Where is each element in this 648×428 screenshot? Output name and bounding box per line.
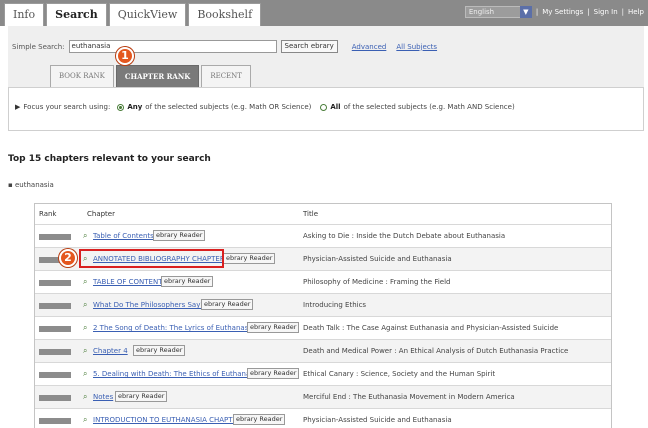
- tab-chapter-rank[interactable]: CHAPTER RANK: [115, 65, 200, 87]
- rank-bar: [39, 303, 71, 309]
- ebrary-reader-button[interactable]: ebrary Reader: [201, 299, 254, 310]
- radio-any[interactable]: [117, 103, 125, 111]
- rank-bar: [39, 234, 71, 240]
- search-icon[interactable]: ⌕: [83, 392, 87, 402]
- radio-all[interactable]: [320, 103, 328, 111]
- table-row: ⌕ 2 The Song of Death: The Lyrics of Eut…: [35, 316, 611, 339]
- ebrary-reader-button[interactable]: ebrary Reader: [233, 414, 286, 425]
- triangle-right-icon: ▶: [15, 103, 21, 111]
- main-tabs: Info Search QuickView Bookshelf: [4, 3, 262, 26]
- search-button[interactable]: Search ebrary: [280, 40, 338, 53]
- search-icon[interactable]: ⌕: [83, 346, 87, 356]
- ebrary-reader-button[interactable]: ebrary Reader: [247, 322, 300, 333]
- ebrary-reader-button[interactable]: ebrary Reader: [223, 253, 276, 264]
- chapter-link[interactable]: Notes: [93, 393, 113, 401]
- search-icon[interactable]: ⌕: [83, 277, 87, 287]
- focus-any-label: Any: [127, 103, 143, 111]
- column-header-chapter: Chapter: [87, 210, 115, 218]
- advanced-search-link[interactable]: Advanced: [352, 43, 387, 51]
- search-term: euthanasia: [14, 181, 54, 189]
- ebrary-reader-button[interactable]: ebrary Reader: [115, 391, 168, 402]
- search-label: Simple Search:: [12, 42, 65, 51]
- column-header-title: Title: [303, 210, 319, 218]
- search-icon[interactable]: ⌕: [83, 300, 87, 310]
- tab-recent[interactable]: RECENT: [201, 65, 251, 87]
- language-select[interactable]: English: [464, 6, 521, 18]
- table-row: ⌕ TABLE OF CONTENTS ebrary Reader Philos…: [35, 270, 611, 293]
- ebrary-reader-button[interactable]: ebrary Reader: [161, 276, 214, 287]
- rank-bar: [39, 349, 71, 355]
- book-title: Ethical Canary : Science, Society and th…: [303, 370, 496, 378]
- table-row: ⌕ INTRODUCTION TO EUTHANASIA CHAPTER 1 e…: [35, 408, 611, 428]
- step-marker-1: 1: [116, 47, 134, 65]
- rank-bar: [39, 326, 71, 332]
- chapter-link[interactable]: INTRODUCTION TO EUTHANASIA CHAPTER 1: [93, 416, 249, 424]
- book-title: Death Talk : The Case Against Euthanasia…: [303, 324, 559, 332]
- search-row: Simple Search: euthanasia Search ebrary …: [12, 40, 437, 53]
- book-title: Asking to Die : Inside the Dutch Debate …: [303, 232, 506, 240]
- table-row: ⌕ Notes ebrary Reader Merciful End : The…: [35, 385, 611, 408]
- chapter-link[interactable]: TABLE OF CONTENTS: [93, 278, 167, 286]
- focus-all-desc: of the selected subjects (e.g. Math AND …: [343, 103, 515, 111]
- separator: |: [621, 8, 625, 16]
- rank-bar: [39, 418, 71, 424]
- separator: |: [535, 8, 539, 16]
- chapter-link[interactable]: What Do The Philosophers Say?: [93, 301, 204, 309]
- highlight-box: [79, 249, 224, 268]
- all-subjects-link[interactable]: All Subjects: [396, 43, 437, 51]
- top-links: English ▼ | My Settings | Sign In | Help: [464, 6, 644, 18]
- rank-tabs: BOOK RANK CHAPTER RANK RECENT: [50, 65, 251, 87]
- step-marker-2: 2: [59, 249, 77, 267]
- tab-book-rank[interactable]: BOOK RANK: [50, 65, 114, 87]
- table-row: ⌕ Chapter 4 ebrary Reader Death and Medi…: [35, 339, 611, 362]
- results-heading: Top 15 chapters relevant to your search: [8, 154, 211, 164]
- tab-info[interactable]: Info: [4, 3, 45, 26]
- book-title: Philosophy of Medicine : Framing the Fie…: [303, 278, 451, 286]
- ebrary-reader-button[interactable]: ebrary Reader: [153, 230, 206, 241]
- column-header-rank: Rank: [39, 210, 57, 218]
- sign-in-link[interactable]: Sign In: [594, 8, 618, 16]
- results-table: Rank Chapter Title ⌕ Table of Contents e…: [34, 203, 612, 428]
- tab-search[interactable]: Search: [46, 3, 107, 26]
- separator: |: [587, 8, 590, 16]
- book-title: Merciful End : The Euthanasia Movement i…: [303, 393, 515, 401]
- ebrary-reader-button[interactable]: ebrary Reader: [133, 345, 186, 356]
- chapter-link[interactable]: Chapter 4: [93, 347, 128, 355]
- focus-prefix: Focus your search using:: [23, 103, 111, 111]
- top-bar: Info Search QuickView Bookshelf English …: [0, 0, 648, 26]
- focus-all-label: All: [330, 103, 341, 111]
- table-row: ⌕ Table of Contents ebrary Reader Asking…: [35, 224, 611, 247]
- focus-options: ▶ Focus your search using: Any of the se…: [8, 87, 644, 131]
- search-icon[interactable]: ⌕: [83, 369, 87, 379]
- search-term-item: ▪ euthanasia: [8, 181, 54, 189]
- chapter-link[interactable]: Table of Contents: [93, 232, 154, 240]
- book-title: Physician-Assisted Suicide and Euthanasi…: [303, 416, 452, 424]
- chapter-link[interactable]: 2 The Song of Death: The Lyrics of Eutha…: [93, 324, 255, 332]
- rank-bar: [39, 395, 71, 401]
- rank-bar: [39, 280, 71, 286]
- focus-any-desc: of the selected subjects (e.g. Math OR S…: [145, 103, 312, 111]
- search-panel: Simple Search: euthanasia Search ebrary …: [8, 26, 644, 87]
- table-row: ⌕ What Do The Philosophers Say? ebrary R…: [35, 293, 611, 316]
- rank-bar: [39, 372, 71, 378]
- book-title: Death and Medical Power : An Ethical Ana…: [303, 347, 569, 355]
- help-link[interactable]: Help: [628, 8, 644, 16]
- table-row: ⌕ 5. Dealing with Death: The Ethics of E…: [35, 362, 611, 385]
- search-icon[interactable]: ⌕: [83, 415, 87, 425]
- chevron-down-icon[interactable]: ▼: [519, 6, 532, 18]
- book-title: Introducing Ethics: [303, 301, 367, 309]
- ebrary-reader-button[interactable]: ebrary Reader: [247, 368, 300, 379]
- tab-quickview[interactable]: QuickView: [108, 3, 187, 26]
- search-icon[interactable]: ⌕: [83, 323, 87, 333]
- search-icon[interactable]: ⌕: [83, 231, 87, 241]
- my-settings-link[interactable]: My Settings: [542, 8, 583, 16]
- chapter-link[interactable]: 5. Dealing with Death: The Ethics of Eut…: [93, 370, 260, 378]
- tab-bookshelf[interactable]: Bookshelf: [188, 3, 262, 26]
- book-title: Physician-Assisted Suicide and Euthanasi…: [303, 255, 452, 263]
- focus-row: ▶ Focus your search using: Any of the se…: [15, 103, 515, 111]
- search-input[interactable]: euthanasia: [68, 40, 277, 53]
